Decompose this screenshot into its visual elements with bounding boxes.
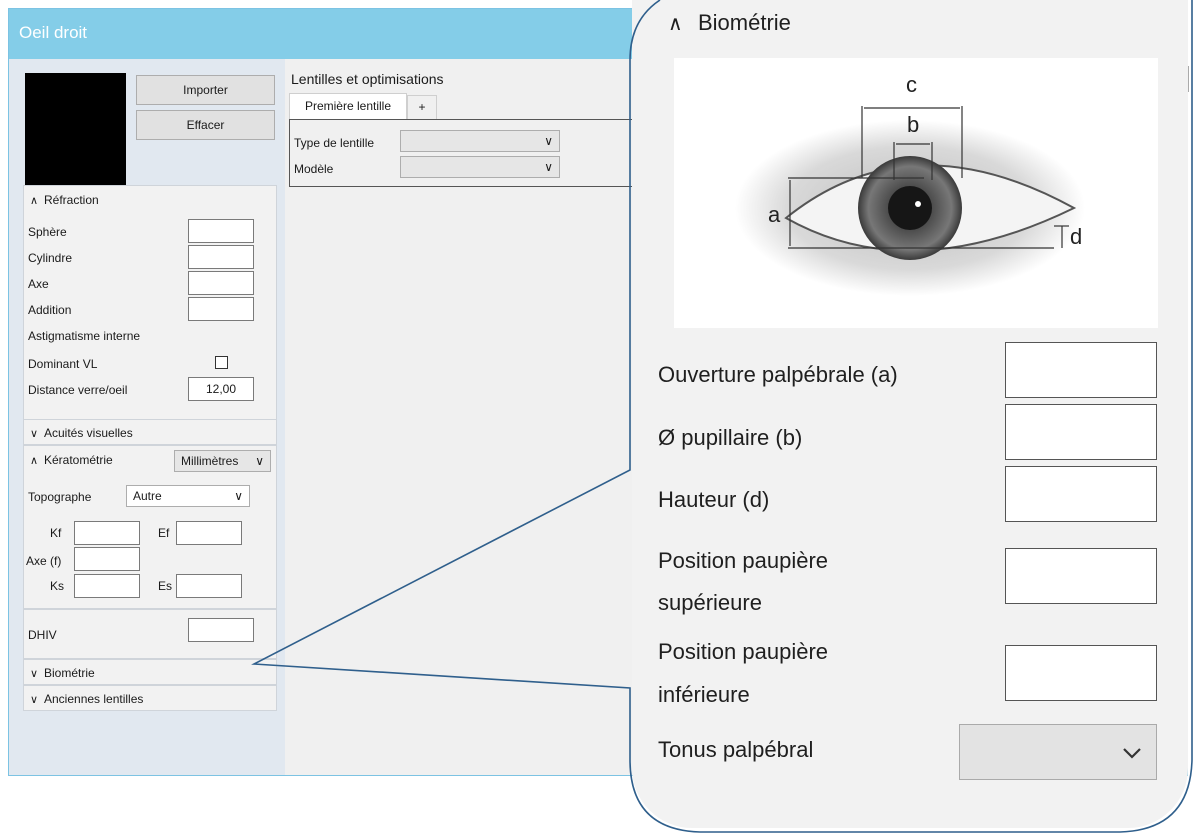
zoom-callout-outline	[251, 0, 1193, 833]
